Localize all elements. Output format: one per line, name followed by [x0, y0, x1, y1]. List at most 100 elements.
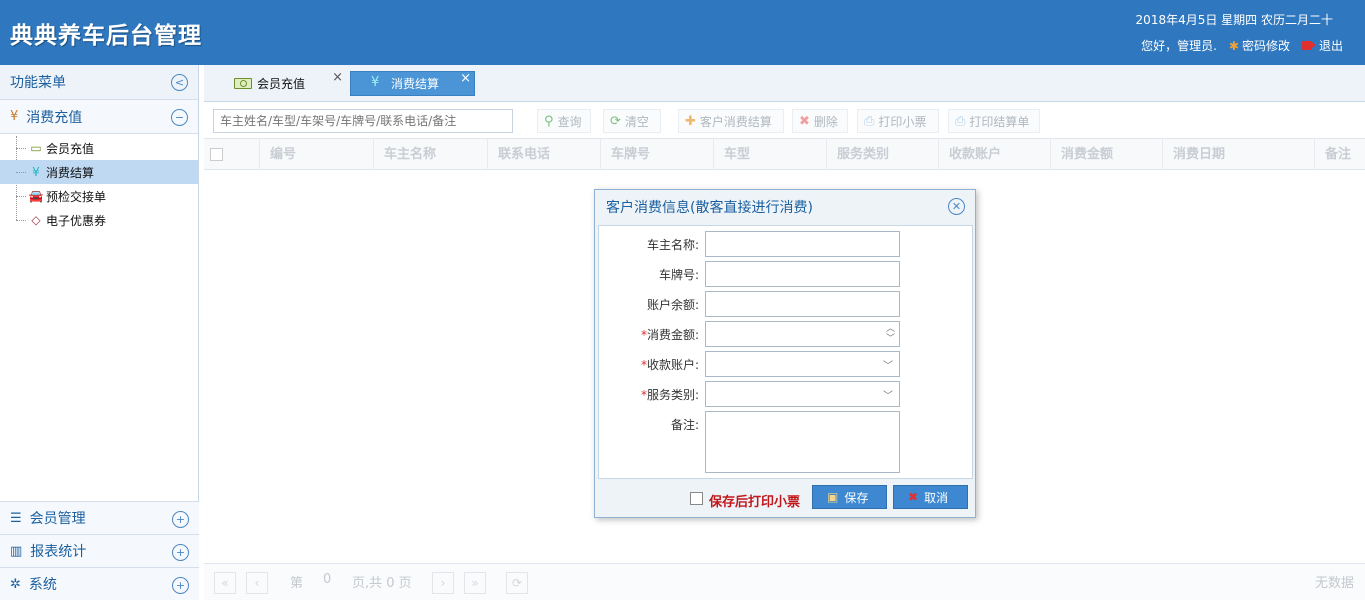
list-icon: ☰	[10, 510, 22, 526]
sidebar-section-member-mgmt[interactable]: ☰ 会员管理 +	[0, 501, 199, 534]
column-header[interactable]: 备注	[1314, 139, 1365, 170]
printer-icon: ⎙	[955, 113, 966, 129]
sidebar-title: 功能菜单 <	[0, 65, 198, 100]
tab-label: 会员充值	[257, 77, 306, 91]
sidebar-item-label: 电子优惠券	[46, 213, 107, 228]
refresh-icon: ⟳	[610, 113, 621, 129]
change-password-link[interactable]: ✱ 密码修改	[1229, 37, 1290, 54]
collapse-section-icon[interactable]: −	[171, 109, 188, 126]
chevron-down-icon[interactable]: ﹀	[883, 387, 893, 402]
save-icon: ▣	[827, 490, 839, 504]
collapse-sidebar-icon[interactable]: <	[171, 74, 188, 91]
column-header[interactable]: 消费日期	[1162, 139, 1314, 170]
close-icon[interactable]: ✕	[948, 198, 965, 215]
column-header[interactable]: 消费金额	[1050, 139, 1162, 170]
print-after-save-label[interactable]: 保存后打印小票	[709, 491, 800, 510]
sidebar-section-reports[interactable]: ▥ 报表统计 +	[0, 534, 199, 567]
spinner-icon[interactable]: ︿ ﹀	[886, 324, 895, 344]
first-page-button[interactable]: «	[214, 572, 236, 594]
column-header[interactable]: 车型	[713, 139, 826, 170]
tab-member-recharge[interactable]: 会员充值 ×	[229, 70, 343, 96]
field-label: 备注:	[670, 418, 699, 432]
tab-consume-settle[interactable]: ¥ 消费结算 ×	[350, 71, 475, 96]
sidebar-item-label: 预检交接单	[46, 189, 107, 204]
app-header: 典典养车后台管理 2018年4月5日 星期四 农历二月二十 您好，管理员. ✱ …	[0, 0, 1365, 65]
pager-status: 无数据	[1314, 576, 1354, 591]
print-bill-button[interactable]: ⎙ 打印结算单	[948, 109, 1040, 133]
sidebar-section-label: 报表统计	[30, 544, 87, 560]
pager: « ‹ 第 0 页,共 0 页 › » ⟳ 无数据	[204, 563, 1365, 600]
save-button[interactable]: ▣ 保存	[812, 485, 887, 509]
page-total: 页,共 0 页	[352, 576, 412, 591]
logout-icon	[1301, 41, 1316, 50]
dialog-title: 客户消费信息(散客直接进行消费) ✕	[595, 190, 975, 223]
column-header[interactable]: 收款账户	[938, 139, 1050, 170]
cancel-button[interactable]: ✖ 取消	[893, 485, 968, 509]
bar-chart-icon: ▥	[10, 543, 23, 559]
car-icon: 🚘	[28, 189, 44, 203]
query-button[interactable]: ⚲ 查询	[537, 109, 591, 133]
sidebar: 功能菜单 < ¥ 消费充值 − ▭ 会员充值 ¥ 消费结算 🚘 预检交接单 ◇ …	[0, 65, 199, 600]
sidebar-section-consume[interactable]: ¥ 消费充值 −	[0, 100, 198, 134]
app-brand: 典典养车后台管理	[10, 23, 202, 49]
greeting: 您好，管理员.	[1141, 39, 1217, 53]
sidebar-item-precheck[interactable]: 🚘 预检交接单	[0, 184, 198, 208]
expand-section-icon[interactable]: +	[172, 577, 189, 594]
grid-header: 编号 车主名称 联系电话 车牌号 车型 服务类别 收款账户 消费金额 消费日期 …	[204, 139, 1365, 170]
expand-section-icon[interactable]: +	[172, 511, 189, 528]
sidebar-item-coupon[interactable]: ◇ 电子优惠券	[0, 208, 198, 232]
field-label: 车牌号:	[658, 268, 699, 282]
plate-field[interactable]	[705, 261, 900, 287]
toolbar: ⚲ 查询 ⟳ 清空 ✚ 客户消费结算 ✖ 删除 ⎙ 打印小票 ⎙ 打印结算单	[204, 102, 1365, 139]
amount-row: *消费金额: ︿ ﹀	[599, 321, 974, 347]
page-input[interactable]: 0	[323, 572, 331, 587]
field-label: *消费金额:	[640, 328, 699, 342]
page-prefix: 第	[290, 576, 304, 591]
print-after-save-checkbox[interactable]	[690, 492, 703, 505]
coupon-icon: ◇	[31, 213, 41, 227]
service-type-select[interactable]: ﹀	[705, 381, 900, 407]
close-icon[interactable]: ×	[460, 71, 471, 86]
column-header[interactable]: 联系电话	[487, 139, 600, 170]
owner-name-field[interactable]	[705, 231, 900, 257]
column-header[interactable]: 车牌号	[600, 139, 713, 170]
expand-section-icon[interactable]: +	[172, 544, 189, 561]
delete-button[interactable]: ✖ 删除	[792, 109, 848, 133]
sidebar-section-label: 系统	[28, 577, 57, 593]
next-page-button[interactable]: ›	[432, 572, 454, 594]
plate-row: 车牌号:	[599, 261, 974, 287]
column-header[interactable]: 编号	[259, 139, 373, 170]
logout-label: 退出	[1318, 39, 1343, 53]
sidebar-bottom: ☰ 会员管理 + ▥ 报表统计 + ✲ 系统 +	[0, 501, 199, 600]
last-page-button[interactable]: »	[464, 572, 486, 594]
sidebar-item-consume-settle[interactable]: ¥ 消费结算	[0, 160, 198, 184]
column-header[interactable]: 车主名称	[373, 139, 487, 170]
select-all-checkbox[interactable]	[210, 148, 223, 161]
prev-page-button[interactable]: ‹	[246, 572, 268, 594]
dialog-body: 车主名称: 车牌号: 账户余额: *消费金额: ︿ ﹀ *收款账户: ﹀ *服务类…	[598, 225, 973, 479]
sidebar-item-member-recharge[interactable]: ▭ 会员充值	[0, 136, 198, 160]
remark-textarea[interactable]	[705, 411, 900, 473]
close-icon[interactable]: ×	[332, 70, 343, 85]
yen-icon: ¥	[32, 165, 40, 179]
column-header[interactable]: 服务类别	[826, 139, 938, 170]
clear-button[interactable]: ⟳ 清空	[603, 109, 661, 133]
print-ticket-button[interactable]: ⎙ 打印小票	[857, 109, 939, 133]
owner-name-row: 车主名称:	[599, 231, 974, 257]
sidebar-section-system[interactable]: ✲ 系统 +	[0, 567, 199, 600]
add-icon: ✚	[685, 113, 696, 129]
refresh-icon[interactable]: ⟳	[506, 572, 528, 594]
search-icon: ⚲	[544, 113, 554, 129]
customer-settle-button[interactable]: ✚ 客户消费结算	[678, 109, 784, 133]
sidebar-title-label: 功能菜单	[10, 75, 66, 91]
sidebar-section-label: 消费充值	[26, 109, 83, 126]
amount-stepper[interactable]: ︿ ﹀	[705, 321, 900, 347]
balance-field[interactable]	[705, 291, 900, 317]
logout-link[interactable]: 退出	[1301, 37, 1343, 54]
chevron-down-icon[interactable]: ﹀	[883, 357, 893, 372]
account-select[interactable]: ﹀	[705, 351, 900, 377]
field-label: 车主名称:	[646, 238, 699, 252]
money-icon: ▭	[30, 141, 42, 155]
field-label: 账户余额:	[646, 298, 699, 312]
search-input[interactable]	[213, 109, 513, 133]
